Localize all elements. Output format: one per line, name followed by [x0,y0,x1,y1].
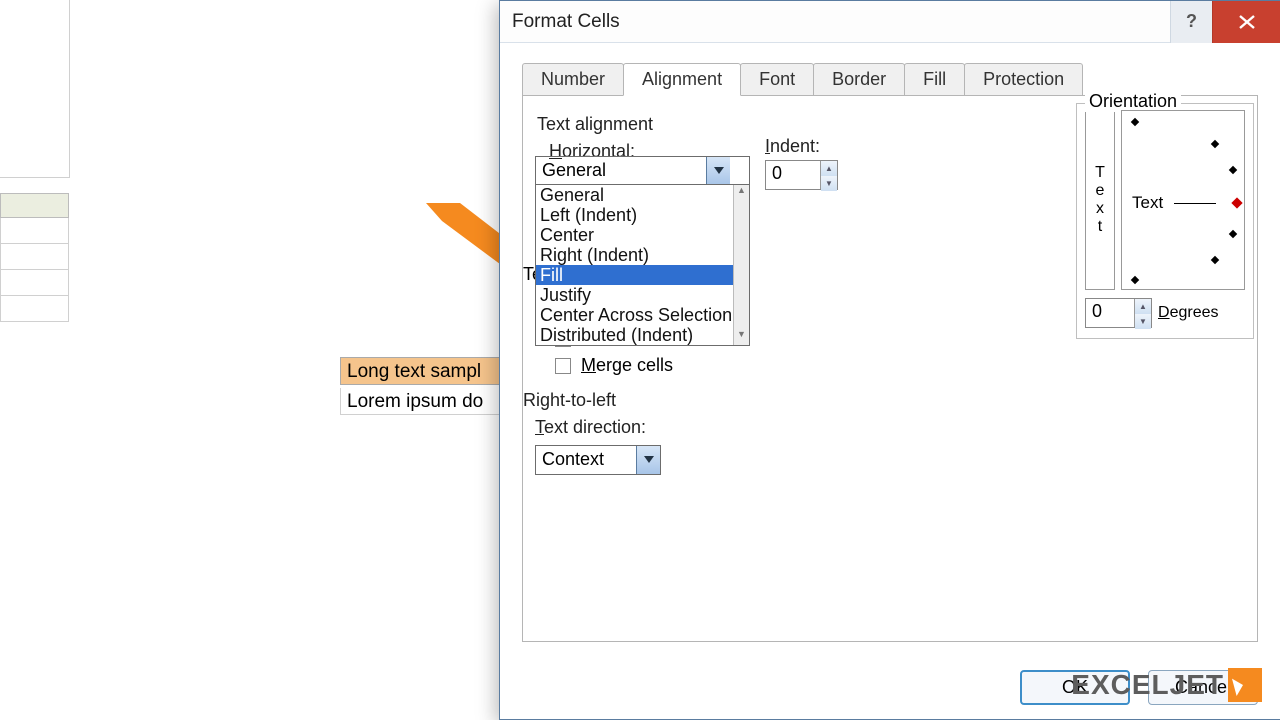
spin-up-icon[interactable]: ▲ [821,161,837,176]
tab-number[interactable]: Number [522,63,624,95]
dial-line [1174,203,1216,204]
watermark-text: EXCELJET [1071,669,1224,701]
cell-sample-1[interactable]: Long text sampl [340,357,500,385]
option-general[interactable]: General [536,185,749,205]
dial-tick-icon [1131,276,1139,284]
option-fill[interactable]: Fill [536,265,749,285]
dial-tick-icon [1211,140,1219,148]
tab-border[interactable]: Border [813,63,905,95]
label-text-direction: Text direction: [535,417,673,438]
orientation-vertical-text[interactable]: Text [1085,110,1115,290]
orientation-horiz-text: Text [1132,193,1163,213]
dropdown-scrollbar[interactable]: ▲ ▼ [733,185,749,345]
dial-tick-icon [1131,118,1139,126]
sheet-row [0,296,69,322]
tab-fill[interactable]: Fill [904,63,965,95]
label-degrees: Degrees [1158,304,1218,322]
scroll-up-icon[interactable]: ▲ [734,185,749,201]
spin-down-icon[interactable]: ▼ [821,176,837,191]
option-center-across[interactable]: Center Across Selection [536,305,749,325]
sheet-row [0,244,69,270]
spin-down-icon[interactable]: ▼ [1135,314,1151,329]
horizontal-combo[interactable]: General [535,156,750,186]
label-orientation: Orientation [1085,91,1181,112]
chevron-down-icon[interactable] [636,446,660,474]
format-cells-dialog: Format Cells ? Number Alignment Font Bor… [499,0,1280,720]
option-justify[interactable]: Justify [536,285,749,305]
chevron-down-icon[interactable] [706,157,730,185]
orientation-group: Orientation Text Text 0 ▲ [1076,103,1254,339]
option-distributed[interactable]: Distributed (Indent) [536,325,749,345]
dial-tick-icon [1229,166,1237,174]
titlebar[interactable]: Format Cells ? [500,1,1280,43]
degrees-value[interactable]: 0 [1086,299,1134,327]
help-button[interactable]: ? [1170,1,1212,43]
watermark-arrow-icon [1228,668,1262,702]
degrees-spinner[interactable]: 0 ▲ ▼ [1085,298,1152,328]
tab-alignment[interactable]: Alignment [623,63,741,96]
sheet-selected-header [0,193,69,218]
dial-tick-icon [1211,256,1219,264]
section-rtl: Right-to-left [523,390,673,411]
checkbox-icon[interactable] [555,358,571,374]
label-indent: Indent: [765,136,838,157]
sheet-row [0,218,69,244]
horizontal-dropdown[interactable]: General Left (Indent) Center Right (Inde… [535,184,750,346]
option-right-indent[interactable]: Right (Indent) [536,245,749,265]
watermark-logo: EXCELJET [1071,668,1262,702]
close-icon [1238,15,1256,29]
dial-handle-icon[interactable] [1231,197,1242,208]
indent-value[interactable]: 0 [766,161,820,189]
text-direction-value: Context [536,446,636,474]
horizontal-value: General [536,157,706,185]
sheet-row-header [0,0,70,178]
checkbox-merge[interactable]: Merge cells [555,355,673,376]
scroll-down-icon[interactable]: ▼ [734,329,749,345]
text-direction-combo[interactable]: Context [535,445,661,475]
close-button[interactable] [1212,1,1280,43]
spin-up-icon[interactable]: ▲ [1135,299,1151,314]
dialog-title: Format Cells [512,11,620,33]
sheet-row [0,270,69,296]
tab-protection[interactable]: Protection [964,63,1083,95]
option-left-indent[interactable]: Left (Indent) [536,205,749,225]
option-center[interactable]: Center [536,225,749,245]
orientation-dial[interactable]: Text [1121,110,1245,290]
indent-spinner[interactable]: 0 ▲ ▼ [765,160,838,190]
merge-label: Merge cells [581,355,673,376]
tab-font[interactable]: Font [740,63,814,95]
cell-sample-2[interactable]: Lorem ipsum do [340,388,500,415]
dial-tick-icon [1229,230,1237,238]
